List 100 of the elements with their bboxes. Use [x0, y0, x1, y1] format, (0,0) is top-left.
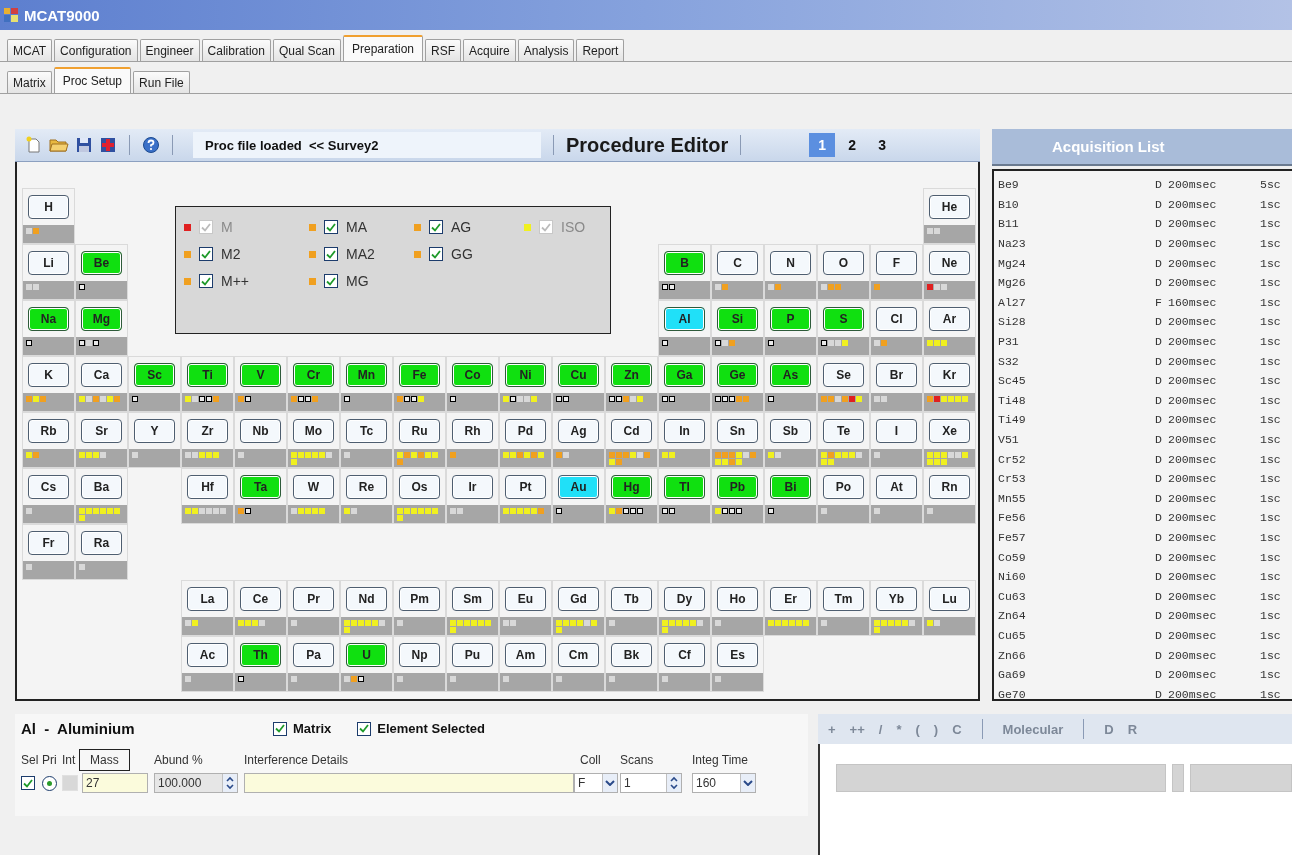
element-button[interactable]: Te [823, 419, 864, 443]
element-button[interactable]: Ge [717, 363, 758, 387]
element-button[interactable]: Ir [452, 475, 493, 499]
element-button[interactable]: Ce [240, 587, 281, 611]
main-tab[interactable]: Configuration [54, 39, 138, 61]
legend-checkbox[interactable] [324, 274, 338, 288]
element-button[interactable]: Pt [505, 475, 546, 499]
element-button[interactable]: Ag [558, 419, 599, 443]
abundance-field[interactable]: 100.000 [154, 773, 238, 793]
element-button[interactable]: La [187, 587, 228, 611]
element-button[interactable]: Xe [929, 419, 970, 443]
element-button[interactable]: Fe [399, 363, 440, 387]
main-tab[interactable]: Report [576, 39, 625, 61]
coll-dropdown[interactable]: F [574, 773, 618, 793]
element-button[interactable]: B [664, 251, 705, 275]
element-button[interactable]: Ba [81, 475, 122, 499]
element-button[interactable]: Sr [81, 419, 122, 443]
element-button[interactable]: Pu [452, 643, 493, 667]
element-button[interactable]: Kr [929, 363, 970, 387]
page-button[interactable]: 2 [839, 133, 866, 157]
sub-tab[interactable]: Run File [133, 71, 190, 93]
element-button[interactable]: Ac [187, 643, 228, 667]
element-button[interactable]: As [770, 363, 811, 387]
element-button[interactable]: Ne [929, 251, 970, 275]
element-button[interactable]: C [717, 251, 758, 275]
element-button[interactable]: Cs [28, 475, 69, 499]
element-button[interactable]: Cr [293, 363, 334, 387]
element-button[interactable]: Na [28, 307, 69, 331]
element-button[interactable]: Sn [717, 419, 758, 443]
page-button[interactable]: 3 [869, 133, 896, 157]
element-button[interactable]: Zr [187, 419, 228, 443]
option-checkbox[interactable] [357, 721, 372, 736]
element-button[interactable]: At [876, 475, 917, 499]
element-button[interactable]: Er [770, 587, 811, 611]
main-tab[interactable]: Analysis [517, 39, 575, 61]
element-button[interactable]: He [929, 195, 970, 219]
element-button[interactable]: Mg [81, 307, 122, 331]
element-button[interactable]: W [293, 475, 334, 499]
element-button[interactable]: Os [399, 475, 440, 499]
element-button[interactable]: Bk [611, 643, 652, 667]
sel-checkbox[interactable] [21, 776, 35, 790]
element-button[interactable]: Ti [187, 363, 228, 387]
option-checkbox[interactable] [273, 721, 287, 736]
element-button[interactable]: Ta [240, 475, 281, 499]
main-tab[interactable]: Preparation [342, 35, 423, 61]
element-button[interactable]: F [876, 251, 917, 275]
element-button[interactable]: Pd [505, 419, 546, 443]
element-button[interactable]: Es [717, 643, 758, 667]
element-button[interactable]: Be [81, 251, 122, 275]
legend-checkbox[interactable] [324, 220, 338, 234]
element-button[interactable]: Ar [929, 307, 970, 331]
main-tab[interactable]: Engineer [139, 39, 200, 61]
main-tab[interactable]: RSF [425, 39, 461, 61]
element-button[interactable]: Rb [28, 419, 69, 443]
main-tab[interactable]: Acquire [463, 39, 516, 61]
element-button[interactable]: Am [505, 643, 546, 667]
element-button[interactable]: Rn [929, 475, 970, 499]
chevron-down-icon[interactable] [743, 780, 753, 786]
element-button[interactable]: Ho [717, 587, 758, 611]
element-button[interactable]: Gd [558, 587, 599, 611]
element-button[interactable]: Au [558, 475, 599, 499]
element-button[interactable]: Li [28, 251, 69, 275]
element-button[interactable]: Ru [399, 419, 440, 443]
element-button[interactable]: Po [823, 475, 864, 499]
element-button[interactable]: Bi [770, 475, 811, 499]
element-button[interactable]: Fr [28, 531, 69, 555]
element-button[interactable]: Ra [81, 531, 122, 555]
element-button[interactable]: O [823, 251, 864, 275]
element-button[interactable]: Y [134, 419, 175, 443]
pri-radio[interactable] [42, 775, 57, 791]
legend-checkbox[interactable] [199, 247, 213, 261]
element-button[interactable]: Cu [558, 363, 599, 387]
element-button[interactable]: Pr [293, 587, 334, 611]
element-button[interactable]: Se [823, 363, 864, 387]
element-button[interactable]: In [664, 419, 705, 443]
spinner-icon[interactable] [226, 776, 234, 790]
element-button[interactable]: H [28, 195, 69, 219]
legend-checkbox[interactable] [199, 274, 213, 288]
element-button[interactable]: Cl [876, 307, 917, 331]
element-button[interactable]: Nb [240, 419, 281, 443]
element-button[interactable]: Re [346, 475, 387, 499]
element-button[interactable]: Co [452, 363, 493, 387]
element-button[interactable]: Mo [293, 419, 334, 443]
mass-field[interactable]: 27 [82, 773, 148, 793]
element-button[interactable]: S [823, 307, 864, 331]
element-button[interactable]: Nd [346, 587, 387, 611]
element-button[interactable]: Sc [134, 363, 175, 387]
element-button[interactable]: Cf [664, 643, 705, 667]
element-button[interactable]: V [240, 363, 281, 387]
element-button[interactable]: Eu [505, 587, 546, 611]
main-tab[interactable]: Qual Scan [272, 39, 341, 61]
element-button[interactable]: Al [664, 307, 705, 331]
element-button[interactable]: Ga [664, 363, 705, 387]
element-button[interactable]: Pb [717, 475, 758, 499]
element-button[interactable]: Ni [505, 363, 546, 387]
element-button[interactable]: Dy [664, 587, 705, 611]
legend-checkbox[interactable] [429, 220, 443, 234]
scans-field[interactable]: 1 [620, 773, 682, 793]
element-button[interactable]: Tc [346, 419, 387, 443]
element-button[interactable]: Th [240, 643, 281, 667]
